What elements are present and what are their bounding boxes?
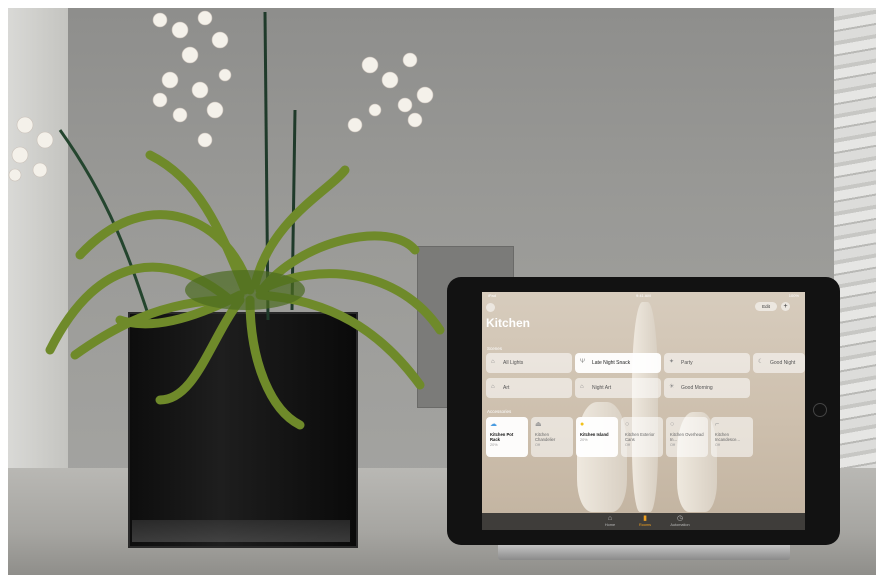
accessory-state: Off [715, 443, 720, 447]
photo: iPad 9:41 AM 100% Edit + Kitchen Scenes … [0, 0, 885, 583]
accessories-header: Accessories [487, 409, 512, 414]
scene-label: Night Art [592, 385, 612, 391]
scene-party[interactable]: ✦ Party [664, 353, 750, 373]
ipad-home-button[interactable] [813, 403, 827, 417]
automation-tab-icon: ◷ [676, 515, 684, 522]
accessory-tile[interactable]: ● Kitchen Island 20% [576, 417, 618, 457]
bulb-icon: ● [580, 421, 585, 428]
bulb-icon: ○ [670, 421, 675, 428]
scene-label: Party [681, 360, 693, 366]
scenes-header: Scenes [487, 346, 503, 351]
scene-label: Good Night [770, 360, 796, 366]
scene-label: Good Morning [681, 385, 713, 391]
scene-all-lights[interactable]: ⌂ All Lights [486, 353, 572, 373]
scene-late-night-snack[interactable]: Ψ Late Night Snack [575, 353, 661, 373]
moon-icon: ☾ [758, 359, 764, 365]
accessory-state: Off [535, 443, 540, 447]
accessory-state: 20% [580, 438, 588, 442]
battery-label: 100% [788, 293, 799, 298]
bulb-icon: ○ [625, 421, 630, 428]
sun-icon: ☀ [669, 384, 675, 390]
tab-bar: ⌂ Home ▮ Rooms ◷ Automation [482, 513, 805, 530]
home-tab-icon: ⌂ [607, 515, 613, 522]
accessory-name: Kitchen Overhead In... [670, 432, 704, 442]
edit-button[interactable]: Edit [755, 302, 777, 311]
scene-art[interactable]: ⌂ Art [486, 378, 572, 398]
accessory-tile[interactable]: ⏏ Kitchen Chandelier Off [531, 417, 573, 457]
rooms-tab-icon: ▮ [643, 515, 647, 522]
party-icon: ✦ [669, 359, 675, 365]
accessory-tile[interactable]: ○ Kitchen Exterior Cans Off [621, 417, 663, 457]
scene-good-night[interactable]: ☾ Good Night [753, 353, 805, 373]
accessory-name: Kitchen Exterior Cans [625, 432, 655, 442]
house-icon: ⌂ [491, 384, 495, 390]
vase-tall [632, 302, 658, 512]
tab-label: Home [604, 523, 616, 527]
desk-lamp-icon: ⌐ [715, 421, 720, 428]
scene-good-morning[interactable]: ☀ Good Morning [664, 378, 750, 398]
scene-label: Art [503, 385, 510, 391]
scene-night-art[interactable]: ⌂ Night Art [575, 378, 661, 398]
cloud-light-icon: ☁ [490, 421, 497, 428]
accessory-tile[interactable]: ⌐ Kitchen Incandesce... Off [711, 417, 753, 457]
carrier-label: iPad [488, 293, 497, 298]
tab-automation[interactable]: ◷ Automation [660, 515, 700, 527]
house-icon: ⌂ [580, 384, 584, 390]
house-icon: ⌂ [491, 359, 495, 365]
tab-label: Rooms [638, 523, 652, 527]
accessory-state: Off [625, 443, 630, 447]
accessory-name: Kitchen Chandelier [535, 432, 556, 442]
home-app-screen: iPad 9:41 AM 100% Edit + Kitchen Scenes … [482, 292, 805, 530]
scene-label: Late Night Snack [592, 360, 631, 366]
tab-label: Automation [670, 523, 690, 527]
room-title: Kitchen [486, 316, 531, 330]
status-bar: iPad 9:41 AM 100% [486, 293, 801, 299]
accessory-name: Kitchen Incandesce... [715, 432, 740, 442]
location-arrow-icon[interactable] [486, 303, 495, 312]
accessory-tile[interactable]: ☁ Kitchen Pot Rack 20% [486, 417, 528, 457]
accessory-tile[interactable]: ○ Kitchen Overhead In... Off [666, 417, 708, 457]
pendant-lamp-icon: ⏏ [535, 421, 542, 428]
add-button[interactable]: + [781, 302, 790, 311]
tab-rooms[interactable]: ▮ Rooms [625, 515, 665, 527]
scene-label: All Lights [503, 360, 524, 366]
tab-home[interactable]: ⌂ Home [590, 515, 630, 527]
utensils-icon: Ψ [580, 359, 586, 365]
accessory-state: Off [670, 443, 675, 447]
accessory-state: 20% [490, 443, 498, 447]
accessory-name: Kitchen Island [580, 432, 609, 437]
accessory-name: Kitchen Pot Rack [490, 432, 514, 442]
clock-label: 9:41 AM [636, 293, 651, 298]
